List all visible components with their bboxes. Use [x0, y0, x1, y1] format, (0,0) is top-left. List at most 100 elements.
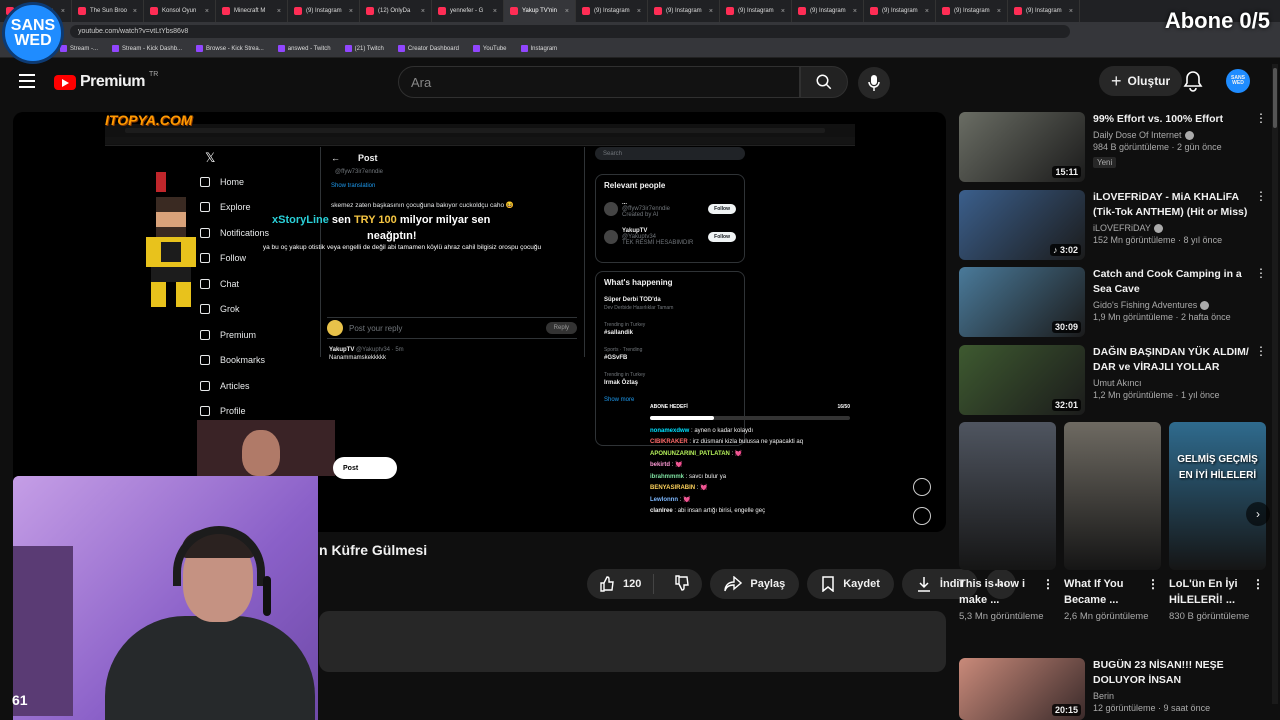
chat-text: : savcı bulur ya [685, 473, 727, 480]
short-item[interactable]: This is how i make ... ⋮ 5,3 Mn görüntülem… [959, 422, 1056, 623]
shorts-next-arrow-icon[interactable]: › [1246, 502, 1270, 526]
x-nav-label: Home [220, 176, 245, 187]
browser-tab[interactable]: (9) Instagram × [864, 0, 936, 22]
more-vert-icon[interactable]: ⋮ [1042, 578, 1054, 590]
more-vert-icon[interactable]: ⋮ [1255, 345, 1267, 357]
youtube-logo[interactable]: Premium TR [54, 71, 158, 91]
more-vert-icon[interactable]: ⋮ [1255, 267, 1267, 279]
video-duration: 32:01 [1051, 398, 1081, 411]
video-thumbnail[interactable]: 20:15 [959, 658, 1085, 720]
browser-tab[interactable]: Konsol Oyun × [144, 0, 216, 22]
tab-favicon-icon [222, 7, 230, 15]
more-vert-icon[interactable]: ⋮ [1255, 190, 1267, 202]
video-title[interactable]: 99% Effort vs. 100% Effort [1093, 112, 1251, 127]
browser-tab[interactable]: Yakup TV'nin × [504, 0, 576, 22]
search-button[interactable] [800, 66, 848, 98]
short-title[interactable]: LoL'ün En İyi HİLELERİ! ... ⋮ [1169, 576, 1266, 608]
video-thumbnail[interactable]: 15:11 [959, 112, 1085, 182]
page-scrollbar[interactable] [1272, 64, 1278, 704]
short-title[interactable]: This is how i make ... ⋮ [959, 576, 1056, 608]
bookmark-item[interactable]: Instagram [520, 45, 557, 52]
person-avatar [604, 230, 618, 244]
more-vert-icon[interactable]: ⋮ [1252, 578, 1264, 590]
browser-tab[interactable]: (9) Instagram × [576, 0, 648, 22]
tab-close-icon[interactable]: × [277, 8, 281, 15]
channel-name[interactable]: Gido's Fishing Adventures [1093, 300, 1251, 311]
channel-name[interactable]: Umut Akıncı [1093, 378, 1251, 388]
x-nav-label: Profile [220, 406, 246, 417]
short-thumbnail[interactable] [1064, 422, 1161, 570]
notifications-bell-icon[interactable] [1183, 70, 1203, 97]
recommendation-item[interactable]: 15:11 99% Effort vs. 100% Effort Daily Dos… [959, 112, 1269, 184]
video-title[interactable]: DAĞIN BAŞINDAN YÜK ALDIM/ DAR ve VİRAJLI… [1093, 345, 1251, 375]
tab-close-icon[interactable]: × [637, 8, 641, 15]
trend-sub: Dev Derbide Hasırlıklar Tamam [604, 305, 674, 311]
browser-tab[interactable]: (9) Instagram × [936, 0, 1008, 22]
video-title[interactable]: iLOVEFRiDAY - MiA KHALiFA (Tik-Tok ANTHE… [1093, 190, 1251, 220]
voice-search-button[interactable] [858, 67, 890, 99]
tab-close-icon[interactable]: × [925, 8, 929, 15]
short-title[interactable]: What If You Became ... ⋮ [1064, 576, 1161, 608]
bookmark-item[interactable]: Browse - Kick Strea... [196, 45, 264, 52]
video-player[interactable]: 𝕏 Home Explore Notifications Follow Chat Grok… [13, 112, 946, 532]
bookmark-item[interactable]: Stream -... [60, 45, 98, 52]
tab-close-icon[interactable]: × [61, 8, 65, 15]
channel-name[interactable]: Daily Dose Of Internet [1093, 130, 1251, 141]
tts-subtext: ya bu oç yakup otistik veya engelli de d… [262, 244, 542, 251]
video-title[interactable]: BUGÜN 23 NİSAN!!! NEŞE DOLUYOR İNSAN [1093, 658, 1251, 688]
short-thumbnail[interactable] [959, 422, 1056, 570]
channel-name[interactable]: Berin [1093, 691, 1251, 701]
video-thumbnail[interactable]: ♪ 3:02 [959, 189, 1085, 260]
tab-close-icon[interactable]: × [853, 8, 857, 15]
like-button[interactable]: 120 [587, 574, 655, 594]
browser-tab[interactable]: The Sun Broo × [72, 0, 144, 22]
share-button[interactable]: Paylaş [710, 569, 800, 599]
recommendation-item[interactable]: 30:09 Catch and Cook Camping in a Sea Cav… [959, 267, 1269, 339]
tab-close-icon[interactable]: × [709, 8, 713, 15]
dislike-button[interactable] [662, 574, 702, 594]
tab-close-icon[interactable]: × [1069, 8, 1073, 15]
tab-close-icon[interactable]: × [781, 8, 785, 15]
recommendation-bottom[interactable]: 20:15 BUGÜN 23 NİSAN!!! NEŞE DOLUYOR İNS… [959, 658, 1269, 720]
description-box[interactable] [319, 611, 946, 672]
recommendation-item[interactable]: ♪ 3:02 iLOVEFRiDAY - MiA KHALiFA (Tik-Tok… [959, 189, 1269, 262]
tab-close-icon[interactable]: × [997, 8, 1001, 15]
bookmark-item[interactable]: Creator Dashboard [397, 45, 459, 52]
browser-tab[interactable]: (9) Instagram × [792, 0, 864, 22]
browser-tab[interactable]: Minecraft M × [216, 0, 288, 22]
browser-tab[interactable]: yennefer - G × [432, 0, 504, 22]
account-avatar[interactable]: SANS WED [1226, 69, 1250, 93]
tab-close-icon[interactable]: × [421, 8, 425, 15]
menu-icon[interactable] [19, 74, 35, 88]
reply-text: Nanammamskekkkkk [329, 355, 387, 361]
tab-close-icon[interactable]: × [205, 8, 209, 15]
video-title[interactable]: Catch and Cook Camping in a Sea Cave [1093, 267, 1251, 297]
browser-tab[interactable]: (9) Instagram × [1008, 0, 1080, 22]
browser-tab[interactable]: (12) OnlyDa × [360, 0, 432, 22]
save-button[interactable]: Kaydet [807, 569, 894, 599]
create-button[interactable]: + Oluştur [1099, 66, 1183, 96]
nav-icon [200, 176, 210, 187]
browser-tab[interactable]: (9) Instagram × [648, 0, 720, 22]
bookmark-item[interactable]: (21) Twitch [344, 45, 384, 52]
tab-close-icon[interactable]: × [493, 8, 497, 15]
browser-tab[interactable]: (9) Instagram × [720, 0, 792, 22]
search-input[interactable]: Ara [398, 66, 800, 98]
channel-name[interactable]: iLOVEFRiDAY [1093, 223, 1251, 233]
tab-close-icon[interactable]: × [133, 8, 137, 15]
more-vert-icon[interactable]: ⋮ [1255, 112, 1267, 124]
short-item[interactable]: What If You Became ... ⋮ 2,6 Mn görüntülem… [1064, 422, 1161, 623]
video-thumbnail[interactable]: 32:01 [959, 344, 1085, 415]
bookmark-item[interactable]: Stream - Kick Dashb... [112, 45, 182, 52]
url-field[interactable]: youtube.com/watch?v=vtLtYbs86v8 [70, 24, 1070, 38]
browser-tab[interactable]: (9) Instagram × [288, 0, 360, 22]
reply-handle: @Yakuptv34 · 5m [356, 347, 404, 353]
bookmark-item[interactable]: YouTube [472, 45, 507, 52]
bookmark-item[interactable]: answed - Twitch [277, 45, 331, 52]
tab-close-icon[interactable]: × [565, 8, 569, 15]
tab-close-icon[interactable]: × [349, 8, 353, 15]
video-thumbnail[interactable]: 30:09 [959, 267, 1085, 337]
short-thumbnail[interactable]: GELMİŞ GEÇMİŞ EN İYİ HİLELERİ [1169, 422, 1266, 570]
more-vert-icon[interactable]: ⋮ [1147, 578, 1159, 590]
recommendation-item[interactable]: 32:01 DAĞIN BAŞINDAN YÜK ALDIM/ DAR ve Vİ… [959, 344, 1269, 417]
